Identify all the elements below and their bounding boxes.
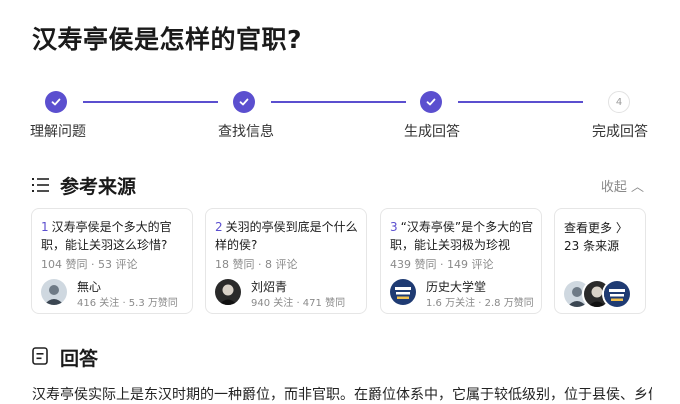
step-connector: [458, 101, 583, 103]
step-label-understand: 理解问题: [30, 124, 86, 140]
avatar: [602, 279, 632, 309]
step-connector: [271, 101, 406, 103]
source-card-3[interactable]: 3 “汉寿亭侯”是个多大的官职，能让关羽极为珍视 439 赞同 · 149 评论 …: [380, 208, 542, 314]
view-more-card[interactable]: 查看更多 〉 23 条来源: [554, 208, 646, 314]
answer-text: 汉寿亭侯实际上是东汉时期的一种爵位，而非官职。在爵位体系中，它属于较低级别，位于…: [32, 387, 652, 403]
source-number: 1: [41, 220, 49, 234]
source-meta: 104 赞同 · 53 评论: [41, 258, 138, 271]
avatar: [390, 279, 416, 305]
author-stats: 1.6 万关注 · 2.8 万赞同: [426, 298, 534, 309]
source-title-text: 汉寿亭侯是个多大的官职，能让关羽这么珍惜?: [41, 220, 172, 252]
answer-title: 回答: [60, 348, 99, 370]
source-card-1[interactable]: 1 汉寿亭侯是个多大的官职，能让关羽这么珍惜? 104 赞同 · 53 评论 無心…: [31, 208, 193, 314]
source-title-text: 关羽的亭侯到底是个什么样的侯?: [215, 220, 358, 252]
author-name: 刘炤青: [251, 280, 288, 294]
check-icon: [233, 91, 255, 113]
document-icon: [32, 347, 48, 365]
list-icon: [32, 178, 49, 192]
author-name: 历史大学堂: [426, 280, 487, 294]
check-icon: [45, 91, 67, 113]
source-title-text: “汉寿亭侯”是个多大的官职，能让关羽极为珍视: [390, 220, 534, 252]
avatar: [41, 279, 67, 305]
progress-steps: 4 理解问题 查找信息 生成回答 完成回答: [0, 90, 680, 140]
view-more-label: 查看更多 〉: [564, 221, 628, 235]
step-number-badge: 4: [608, 91, 630, 113]
source-meta: 439 赞同 · 149 评论: [390, 258, 494, 271]
author-stats: 416 关注 · 5.3 万赞同: [77, 298, 178, 309]
source-number: 3: [390, 220, 398, 234]
source-card-2[interactable]: 2 关羽的亭侯到底是个什么样的侯? 18 赞同 · 8 评论 刘炤青 940 关注…: [205, 208, 367, 314]
step-label-search: 查找信息: [218, 124, 274, 140]
page-title: 汉寿亭侯是怎样的官职?: [32, 25, 303, 54]
source-card-title: 2 关羽的亭侯到底是个什么样的侯?: [215, 218, 361, 254]
step-label-generate: 生成回答: [404, 124, 460, 140]
source-card-title: 1 汉寿亭侯是个多大的官职，能让关羽这么珍惜?: [41, 218, 187, 254]
author-name: 無心: [77, 280, 102, 294]
sources-header: 参考来源 收起 ︿: [32, 172, 648, 198]
source-count: 23 条来源: [564, 239, 620, 253]
sources-title: 参考来源: [60, 176, 137, 198]
avatar: [215, 279, 241, 305]
collapse-button[interactable]: 收起 ︿: [601, 176, 644, 195]
step-connector: [83, 101, 218, 103]
source-meta: 18 赞同 · 8 评论: [215, 258, 298, 271]
step-label-complete: 完成回答: [592, 124, 648, 140]
page: 汉寿亭侯是怎样的官职? 4 理解问题 查找信息 生成回答 完成回答 参考来源 收…: [0, 0, 680, 403]
author-stats: 940 关注 · 471 赞同: [251, 298, 346, 309]
source-number: 2: [215, 220, 223, 234]
source-card-title: 3 “汉寿亭侯”是个多大的官职，能让关羽极为珍视: [390, 218, 536, 254]
check-icon: [420, 91, 442, 113]
